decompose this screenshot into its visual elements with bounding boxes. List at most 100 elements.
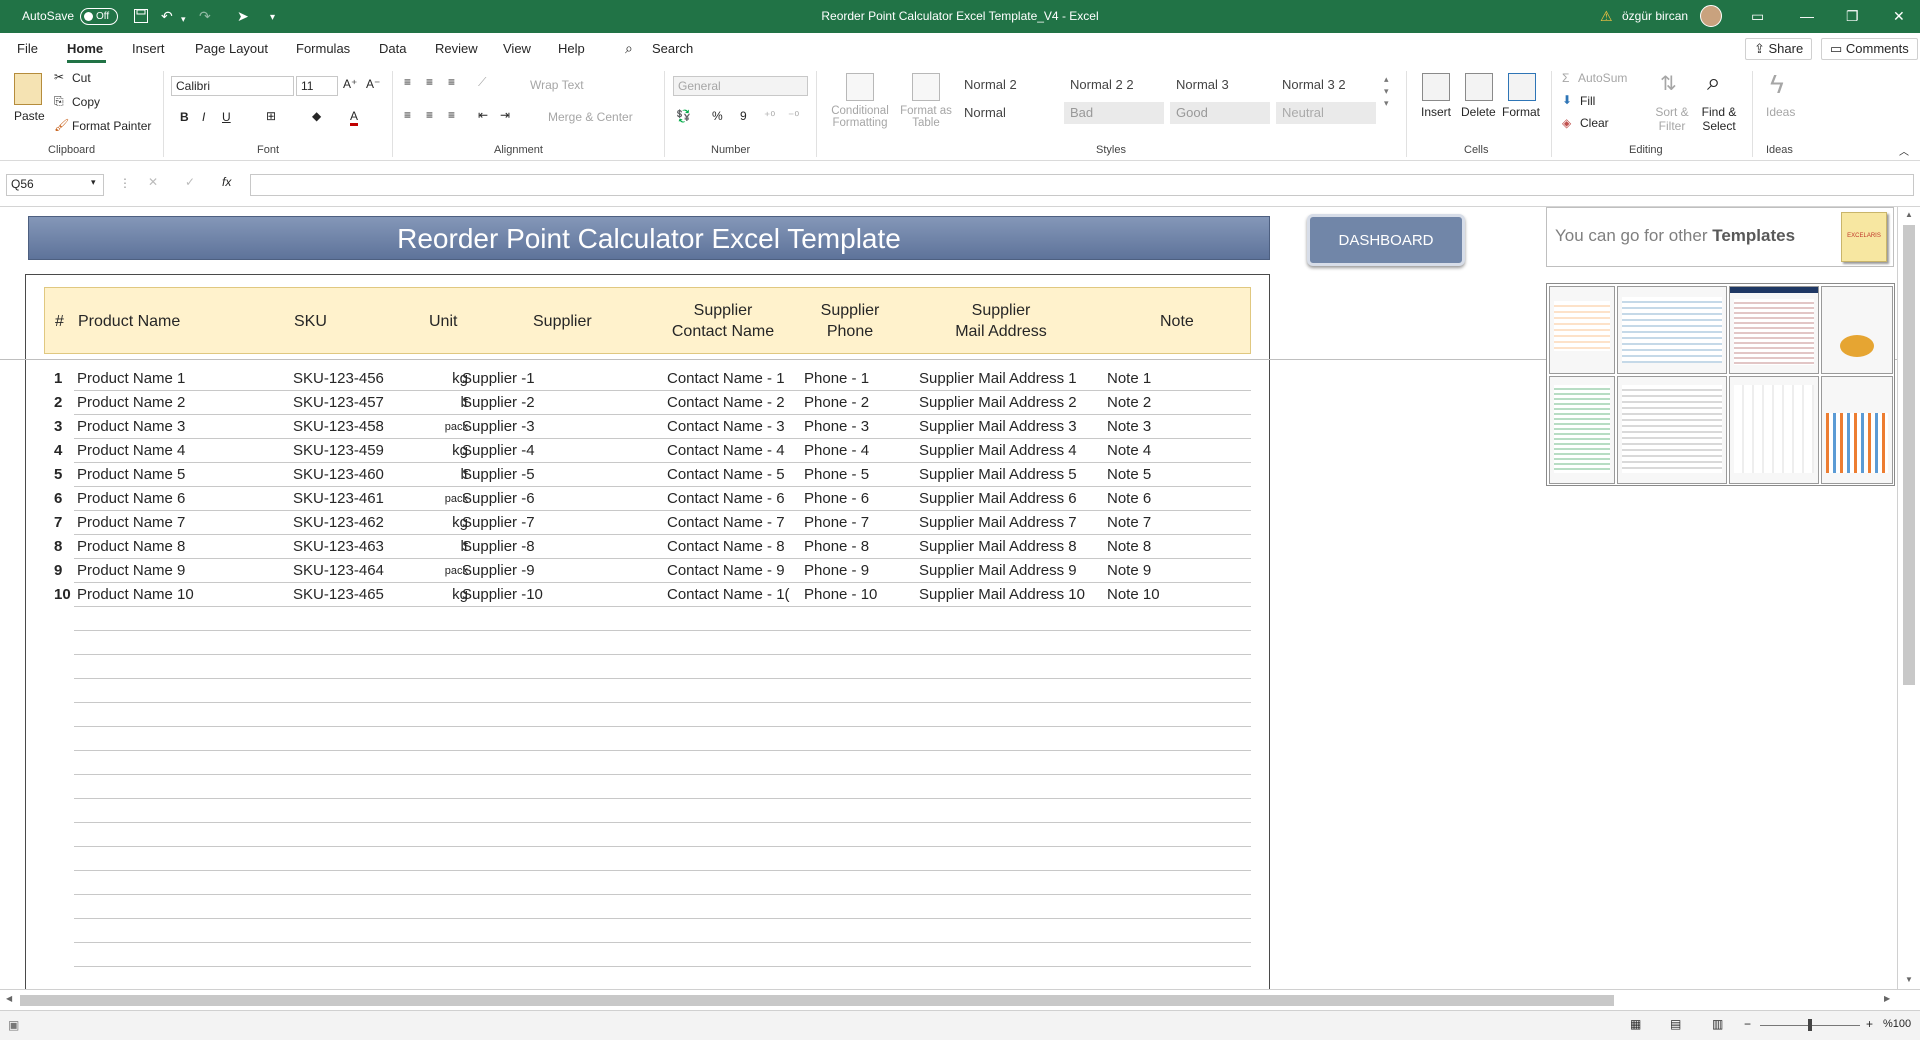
scroll-left-icon[interactable]: ◀ — [6, 994, 12, 1003]
minimize-icon[interactable]: — — [1800, 8, 1814, 24]
cell-phone[interactable]: Phone - 6 — [804, 490, 869, 507]
cell-contact[interactable]: Contact Name - 4 — [667, 442, 785, 459]
cell-unit[interactable]: kg — [408, 442, 468, 459]
find-select-button[interactable]: Find & Select — [1697, 105, 1741, 133]
cell-phone[interactable]: Phone - 1 — [804, 370, 869, 387]
font-color-icon[interactable]: A — [350, 109, 359, 126]
fill-button[interactable]: Fill — [1580, 94, 1595, 108]
cell-num[interactable]: 6 — [54, 490, 62, 507]
align-middle-icon[interactable]: ≡ — [426, 75, 433, 89]
increase-font-icon[interactable]: A⁺ — [343, 77, 357, 91]
table-row[interactable]: 8 Product Name 8 SKU-123-463 lt Supplier -8 C… — [44, 535, 1251, 559]
insert-cells-icon[interactable] — [1422, 73, 1450, 101]
paste-button[interactable]: Paste — [14, 109, 45, 123]
cell-contact[interactable]: Contact Name - 9 — [667, 562, 785, 579]
table-row[interactable]: 3 Product Name 3 SKU-123-458 pack Supplier -… — [44, 415, 1251, 439]
align-bottom-icon[interactable]: ≡ — [448, 75, 455, 89]
comments-button[interactable]: ▭ Comments — [1821, 38, 1918, 60]
increase-decimal-icon[interactable]: ⁺⁰ — [764, 109, 775, 123]
zoom-slider-thumb[interactable] — [1808, 1019, 1812, 1031]
percent-icon[interactable]: % — [712, 109, 723, 123]
cell-contact[interactable]: Contact Name - 5 — [667, 466, 785, 483]
template-thumbnail[interactable] — [1729, 376, 1819, 484]
autosum-button[interactable]: AutoSum — [1578, 71, 1627, 85]
cell-sku[interactable]: SKU-123-456 — [293, 370, 384, 387]
cell-num[interactable]: 1 — [54, 370, 62, 387]
cell-mail[interactable]: Supplier Mail Address 9 — [919, 562, 1077, 579]
table-row[interactable]: 4 Product Name 4 SKU-123-459 kg Supplier -4 C… — [44, 439, 1251, 463]
warning-icon[interactable]: ⚠ — [1600, 8, 1613, 24]
cell-num[interactable]: 10 — [54, 586, 71, 603]
cell-sku[interactable]: SKU-123-460 — [293, 466, 384, 483]
formula-input[interactable] — [250, 174, 1914, 196]
cell-note[interactable]: Note 2 — [1107, 394, 1151, 411]
table-row[interactable]: 6 Product Name 6 SKU-123-461 pack Supplier -… — [44, 487, 1251, 511]
template-thumbnail[interactable] — [1617, 376, 1727, 484]
scroll-down-icon[interactable]: ▼ — [1905, 975, 1913, 984]
clear-button[interactable]: Clear — [1580, 116, 1609, 130]
copy-button[interactable]: Copy — [72, 95, 100, 109]
cell-note[interactable]: Note 5 — [1107, 466, 1151, 483]
style-normal-2-2[interactable]: Normal 2 2 — [1064, 74, 1164, 96]
cell-num[interactable]: 7 — [54, 514, 62, 531]
cell-supplier[interactable]: Supplier -3 — [462, 418, 535, 435]
format-as-table-icon[interactable] — [912, 73, 940, 101]
cell-phone[interactable]: Phone - 5 — [804, 466, 869, 483]
paste-icon[interactable] — [14, 73, 42, 105]
wrap-text-button[interactable]: Wrap Text — [530, 78, 584, 92]
cell-num[interactable]: 2 — [54, 394, 62, 411]
cell-unit[interactable]: lt — [408, 394, 469, 411]
cell-product[interactable]: Product Name 10 — [77, 586, 194, 603]
tab-page-layout[interactable]: Page Layout — [195, 41, 268, 56]
cell-sku[interactable]: SKU-123-465 — [293, 586, 384, 603]
format-as-table-button[interactable]: Format as Table — [896, 105, 956, 129]
cell-note[interactable]: Note 4 — [1107, 442, 1151, 459]
format-cells-icon[interactable] — [1508, 73, 1536, 101]
scroll-right-icon[interactable]: ▶ — [1884, 994, 1890, 1003]
name-box[interactable]: Q56 — [6, 174, 104, 196]
cell-contact[interactable]: Contact Name - 6 — [667, 490, 785, 507]
conditional-formatting-icon[interactable] — [846, 73, 874, 101]
tab-file[interactable]: File — [17, 41, 38, 56]
confirm-entry-icon[interactable]: ✓ — [185, 175, 195, 189]
cell-supplier[interactable]: Supplier -10 — [462, 586, 543, 603]
tab-view[interactable]: View — [503, 41, 531, 56]
styles-scroll-icon[interactable]: ▴ ▾ ▾ — [1384, 73, 1389, 109]
comma-style-icon[interactable]: 9 — [740, 109, 747, 123]
cell-unit[interactable]: pack — [408, 421, 468, 433]
vertical-scrollbar[interactable]: ▲ ▼ — [1897, 207, 1920, 989]
cell-sku[interactable]: SKU-123-463 — [293, 538, 384, 555]
table-row[interactable]: 5 Product Name 5 SKU-123-460 lt Supplier -5 C… — [44, 463, 1251, 487]
cell-phone[interactable]: Phone - 7 — [804, 514, 869, 531]
cell-num[interactable]: 8 — [54, 538, 62, 555]
avatar[interactable] — [1700, 5, 1722, 27]
cell-num[interactable]: 5 — [54, 466, 62, 483]
tab-review[interactable]: Review — [435, 41, 478, 56]
promo-box[interactable]: You can go for other Templates EXCELARIS — [1546, 207, 1894, 267]
cell-note[interactable]: Note 8 — [1107, 538, 1151, 555]
collapse-ribbon-icon[interactable]: ︿ — [1899, 143, 1909, 158]
cell-phone[interactable]: Phone - 3 — [804, 418, 869, 435]
cell-num[interactable]: 9 — [54, 562, 62, 579]
cell-mail[interactable]: Supplier Mail Address 4 — [919, 442, 1077, 459]
fill-color-icon[interactable]: ◆ — [312, 109, 321, 123]
style-good[interactable]: Good — [1170, 102, 1270, 124]
cell-mail[interactable]: Supplier Mail Address 5 — [919, 466, 1077, 483]
cell-unit[interactable]: lt — [408, 466, 469, 483]
cell-supplier[interactable]: Supplier -2 — [462, 394, 535, 411]
zoom-level[interactable]: %100 — [1883, 1018, 1911, 1030]
cell-num[interactable]: 4 — [54, 442, 62, 459]
cell-unit[interactable]: pack — [408, 565, 468, 577]
format-painter-button[interactable]: Format Painter — [72, 119, 151, 133]
ribbon-display-icon[interactable]: ▭ — [1751, 8, 1764, 24]
template-thumbnails[interactable] — [1546, 283, 1895, 486]
cell-phone[interactable]: Phone - 8 — [804, 538, 869, 555]
decrease-decimal-icon[interactable]: ⁻⁰ — [788, 109, 799, 123]
cell-contact[interactable]: Contact Name - 8 — [667, 538, 785, 555]
tab-data[interactable]: Data — [379, 41, 406, 56]
style-normal-3[interactable]: Normal 3 — [1170, 74, 1270, 96]
user-name[interactable]: özgür bircan — [1622, 9, 1688, 23]
align-top-icon[interactable]: ≡ — [404, 75, 411, 89]
conditional-formatting-button[interactable]: Conditional Formatting — [826, 105, 894, 129]
search-icon[interactable]: ⌕ — [625, 40, 633, 57]
